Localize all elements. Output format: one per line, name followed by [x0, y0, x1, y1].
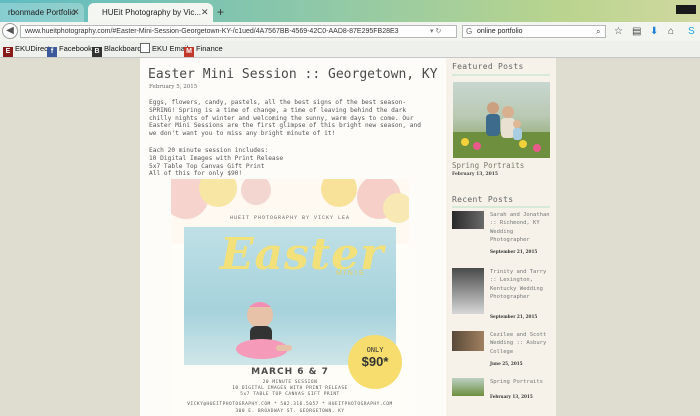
recent-post-title[interactable]: Trinity and Tarry :: Lexington, Kentucky… — [490, 268, 550, 301]
bookmark-label: Facebook — [59, 44, 92, 53]
skype-icon[interactable]: S — [688, 25, 695, 38]
flyer-brand: HUEIT PHOTOGRAPHY BY VICKY LEA — [229, 215, 350, 221]
url-bar[interactable]: www.hueitphotography.com/#Easter-Mini-Se… — [20, 25, 457, 38]
flyer-address: 300 E. BROADWAY ST. GEORGETOWN, KY — [235, 409, 345, 414]
search-input[interactable]: G online portfolio — [462, 25, 606, 38]
search-value: online portfolio — [477, 28, 523, 35]
search-engine-icon: G — [466, 27, 473, 36]
blackboard-icon: B — [92, 47, 102, 57]
tab-hueit[interactable]: HUEit Photography by Vic... ✕ — [88, 3, 213, 22]
divider — [452, 74, 550, 76]
star-icon[interactable]: ☆ — [614, 25, 623, 38]
recent-post-title[interactable]: Cezilee and Scott Wedding :: Asbury Coll… — [490, 331, 550, 356]
flower-decoration — [321, 179, 357, 207]
eku-icon: E — [3, 47, 13, 57]
reading-list-icon[interactable]: ▤ — [632, 25, 641, 38]
flyer-line: 10 DIGITAL IMAGES WITH PRINT RELEASE — [232, 386, 348, 391]
download-icon[interactable]: ⬇ — [650, 25, 658, 38]
finance-icon: M — [184, 47, 194, 57]
tab-carbonmade[interactable]: rbonmade Portfolio ✕ — [0, 3, 84, 22]
featured-post-image[interactable] — [453, 82, 550, 158]
baby-photo-illustration — [236, 302, 292, 359]
recent-post-date: September 21, 2015 — [490, 314, 538, 319]
bookmark-label: EKUDirect — [15, 44, 51, 53]
page-background-right — [556, 58, 700, 416]
family-photo-illustration — [453, 102, 550, 158]
bookmark-facebook[interactable]: f Facebook — [47, 43, 92, 57]
recent-post-item[interactable]: Spring Portraits February 13, 2015 — [452, 378, 552, 408]
tab-label: rbonmade Portfolio — [8, 8, 76, 17]
recent-posts-heading: Recent Posts — [452, 195, 514, 204]
featured-posts-heading: Featured Posts — [452, 62, 524, 71]
badge-only: ONLY — [366, 346, 384, 354]
recent-post-item[interactable]: Trinity and Tarry :: Lexington, Kentucky… — [452, 268, 552, 324]
post-intro: Eggs, flowers, candy, pastels, all the b… — [149, 99, 421, 138]
flyer-line: 20 MINUTE SESSION — [262, 380, 318, 385]
bookmark-label: Finance — [196, 44, 223, 53]
bookmark-finance[interactable]: M Finance — [184, 43, 223, 57]
tab-label: HUEit Photography by Vic... — [102, 8, 202, 17]
flyer-subhead: MINIS — [336, 270, 366, 277]
recent-post-title[interactable]: Spring Portraits — [490, 378, 550, 386]
search-icon[interactable]: ⌕ — [596, 25, 600, 38]
bookmark-blackboard[interactable]: B Blackboard — [92, 43, 142, 57]
divider — [452, 206, 550, 208]
bookmark-ekudirect[interactable]: E EKUDirect — [3, 43, 50, 57]
recent-post-item[interactable]: Sarah and Jonathan :: Richmond, KY Weddi… — [452, 211, 552, 259]
flyer-line: 5x7 TABLE TOP CANVAS GIFT PRINT — [240, 392, 340, 397]
flyer-date: MARCH 6 & 7 — [251, 367, 329, 377]
post-detail-line: All of this for only $90! — [149, 170, 243, 178]
bookmarks-bar: E EKUDirect f Facebook B Blackboard EKU Ema… — [0, 41, 700, 58]
recent-post-date: June 25, 2015 — [490, 361, 523, 366]
post-date: February 5, 2015 — [149, 84, 198, 90]
new-tab-button[interactable]: + — [217, 4, 224, 20]
recent-post-thumbnail[interactable] — [452, 378, 484, 396]
featured-post-title[interactable]: Spring Portraits — [452, 161, 524, 170]
flyer-photo: Easter MINIS ONLY $90* — [184, 227, 402, 389]
post-title: Easter Mini Session :: Georgetown, KY — [148, 67, 438, 82]
window-controls[interactable] — [676, 5, 696, 14]
recent-post-thumbnail[interactable] — [452, 211, 484, 229]
flower-decoration — [241, 179, 271, 205]
facebook-icon: f — [47, 47, 57, 57]
url-dropdown-icon[interactable]: ▾ ↻ — [430, 25, 441, 38]
featured-post-date: February 13, 2015 — [452, 172, 498, 177]
recent-post-item[interactable]: Cezilee and Scott Wedding :: Asbury Coll… — [452, 331, 552, 369]
close-icon[interactable]: ✕ — [72, 3, 80, 22]
blog-post: Easter Mini Session :: Georgetown, KY Fe… — [140, 58, 438, 416]
bookmark-label: Blackboard — [104, 44, 142, 53]
recent-post-title[interactable]: Sarah and Jonathan :: Richmond, KY Weddi… — [490, 211, 550, 244]
bookmark-label: EKU Email — [152, 44, 189, 53]
sidebar: Featured Posts Spring Portraits February… — [446, 58, 556, 416]
recent-post-thumbnail[interactable] — [452, 331, 484, 351]
post-detail-line: Each 20 minute session includes: — [149, 147, 269, 154]
navigation-bar: ◀ www.hueitphotography.com/#Easter-Mini-… — [0, 22, 700, 41]
post-detail-line: 5x7 Table Top Canvas Gift Print — [149, 162, 265, 170]
page-background-left — [0, 58, 140, 416]
close-icon[interactable]: ✕ — [201, 3, 209, 22]
recent-post-date: September 21, 2015 — [490, 249, 538, 254]
email-icon — [140, 43, 150, 53]
bookmark-eku-email[interactable]: EKU Email — [140, 43, 188, 55]
easter-flyer-image[interactable]: HUEIT PHOTOGRAPHY BY VICKY LEA Easter MI… — [171, 179, 409, 416]
recent-post-date: February 13, 2015 — [490, 394, 533, 399]
post-detail-line: 10 Digital Images with Print Release — [149, 154, 284, 162]
back-button[interactable]: ◀ — [2, 23, 18, 39]
recent-post-thumbnail[interactable] — [452, 268, 484, 314]
home-icon[interactable]: ⌂ — [668, 25, 674, 38]
flyer-contact: VICKY@HUEITPHOTOGRAPHY.COM * 502.316.505… — [187, 402, 393, 407]
url-text: www.hueitphotography.com/#Easter-Mini-Se… — [25, 28, 399, 35]
browser-chrome: rbonmade Portfolio ✕ HUEit Photography b… — [0, 0, 700, 58]
